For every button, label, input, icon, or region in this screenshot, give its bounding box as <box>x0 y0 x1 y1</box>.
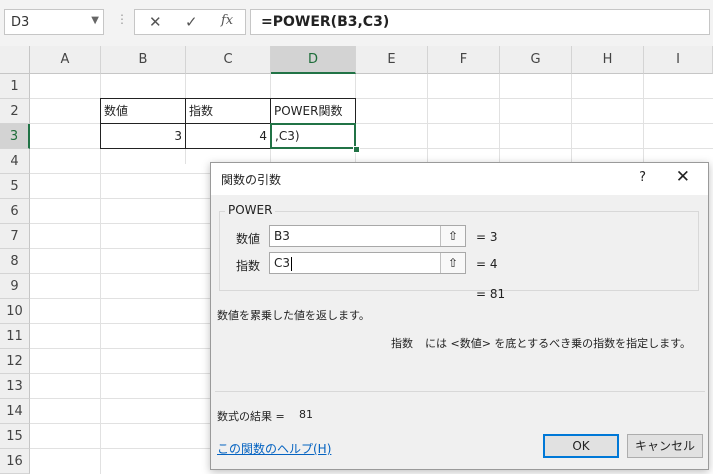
arg-description: には <数値> を底とするべき乗の指数を指定します。 <box>425 337 691 350</box>
arg-result-power: = 4 <box>476 257 498 271</box>
close-icon[interactable]: ✕ <box>676 167 690 187</box>
function-description: 数値を累乗した値を返します。 <box>217 309 370 322</box>
enter-icon[interactable]: ✓ <box>185 13 198 31</box>
arg-input-power[interactable]: C3 ⇧ <box>269 252 466 274</box>
insert-function-icon[interactable]: fx <box>221 13 233 28</box>
dialog-title: 関数の引数 <box>221 173 282 187</box>
more-options-icon[interactable]: ⋮ <box>116 12 128 26</box>
row-header-14[interactable]: 14 <box>0 399 30 424</box>
function-result: = 81 <box>476 287 506 301</box>
gridline <box>30 398 210 399</box>
row-header-2[interactable]: 2 <box>0 99 30 124</box>
row-header-15[interactable]: 15 <box>0 424 30 449</box>
column-header-e[interactable]: E <box>356 46 428 74</box>
gridline <box>643 74 644 164</box>
gridline <box>30 273 210 274</box>
row-header-3[interactable]: 3 <box>0 124 30 149</box>
function-arguments-dialog: 関数の引数 ? ✕ POWER 数値 B3 ⇧ = 3 指数 C3 ⇧ = 4 … <box>210 162 709 470</box>
gridline <box>30 248 210 249</box>
arguments-group <box>219 211 699 291</box>
formula-text: =POWER(B3,C3) <box>261 14 390 30</box>
arg-input-number[interactable]: B3 ⇧ <box>269 225 466 247</box>
cell-d2[interactable]: POWER関数 <box>270 98 356 124</box>
arg-description-name: 指数 <box>391 337 413 350</box>
gridline <box>30 423 210 424</box>
arg-label-power: 指数 <box>236 259 261 273</box>
cell-c3[interactable]: 4 <box>185 123 271 149</box>
row-header-11[interactable]: 11 <box>0 324 30 349</box>
fill-handle[interactable] <box>353 146 360 153</box>
cancel-icon[interactable]: ✕ <box>149 13 162 31</box>
help-icon[interactable]: ? <box>639 170 646 185</box>
chevron-down-icon[interactable]: ▼ <box>91 15 99 26</box>
gridline <box>30 373 210 374</box>
gridline <box>571 74 572 164</box>
gridline <box>30 448 210 449</box>
column-header-a[interactable]: A <box>30 46 101 74</box>
formula-result-label: 数式の結果 = <box>217 410 285 423</box>
cell-b2[interactable]: 数値 <box>100 98 186 124</box>
row-header-12[interactable]: 12 <box>0 349 30 374</box>
gridline <box>30 348 210 349</box>
gridline <box>30 223 210 224</box>
row-header-16[interactable]: 16 <box>0 449 30 474</box>
row-header-5[interactable]: 5 <box>0 174 30 199</box>
gridline <box>30 323 210 324</box>
column-header-g[interactable]: G <box>500 46 572 74</box>
function-name: POWER <box>225 203 276 217</box>
formula-input[interactable]: =POWER(B3,C3) <box>250 9 710 35</box>
column-header-c[interactable]: C <box>186 46 271 74</box>
name-box-value: D3 <box>11 15 30 30</box>
arg-result-number: = 3 <box>476 230 498 244</box>
collapse-dialog-icon[interactable]: ⇧ <box>440 226 465 246</box>
row-header-8[interactable]: 8 <box>0 249 30 274</box>
column-header-d[interactable]: D <box>271 46 356 74</box>
text-caret <box>291 257 292 271</box>
arg-input-number-value: B3 <box>274 229 290 243</box>
function-help-link[interactable]: この関数のヘルプ(H) <box>217 440 331 457</box>
divider <box>215 391 705 392</box>
dialog-title-bar[interactable]: 関数の引数 ? ✕ <box>211 163 708 195</box>
row-header-10[interactable]: 10 <box>0 299 30 324</box>
formula-buttons: ✕ ✓ fx <box>134 9 246 35</box>
gridline <box>30 173 210 174</box>
gridline <box>499 74 500 164</box>
row-header-4[interactable]: 4 <box>0 149 30 174</box>
cancel-button[interactable]: キャンセル <box>627 434 703 458</box>
arg-input-power-value: C3 <box>274 256 291 270</box>
gridline <box>30 298 210 299</box>
formula-result-value: 81 <box>299 408 313 421</box>
cell-b3[interactable]: 3 <box>100 123 186 149</box>
gridline <box>30 198 210 199</box>
row-header-1[interactable]: 1 <box>0 74 30 99</box>
ok-button[interactable]: OK <box>543 434 619 458</box>
row-header-7[interactable]: 7 <box>0 224 30 249</box>
name-box[interactable]: D3 ▼ <box>4 9 104 35</box>
column-header-i[interactable]: I <box>644 46 713 74</box>
arg-label-number: 数値 <box>236 232 261 246</box>
row-header-13[interactable]: 13 <box>0 374 30 399</box>
column-header-b[interactable]: B <box>101 46 186 74</box>
formula-bar: D3 ▼ ⋮ ✕ ✓ fx =POWER(B3,C3) <box>0 0 713 47</box>
column-header-h[interactable]: H <box>572 46 644 74</box>
cell-d3-active[interactable]: ,C3) <box>270 123 356 149</box>
gridline <box>427 74 428 164</box>
row-header-6[interactable]: 6 <box>0 199 30 224</box>
row-header-9[interactable]: 9 <box>0 274 30 299</box>
cell-c2[interactable]: 指数 <box>185 98 271 124</box>
collapse-dialog-icon[interactable]: ⇧ <box>440 253 465 273</box>
column-header-f[interactable]: F <box>428 46 500 74</box>
select-all-corner[interactable] <box>0 46 30 74</box>
